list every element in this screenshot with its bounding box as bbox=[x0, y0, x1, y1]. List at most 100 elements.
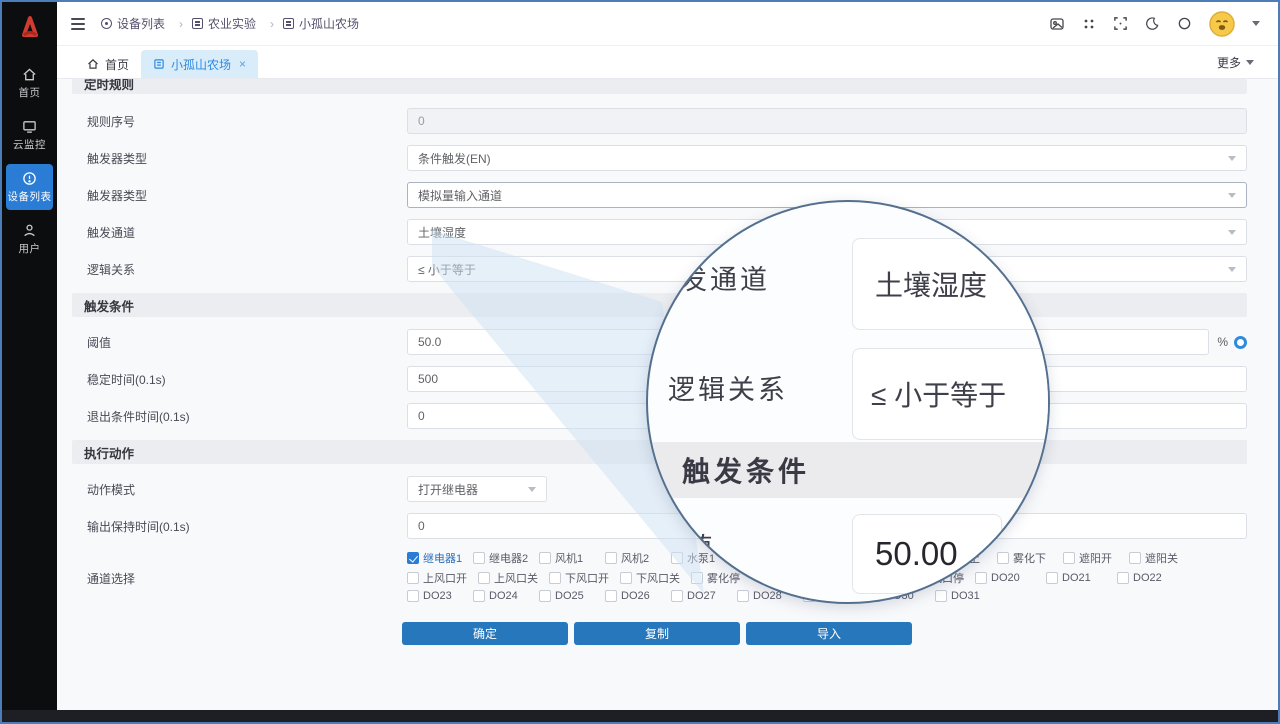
tabs-more-dropdown[interactable]: 更多 bbox=[1217, 54, 1254, 71]
brand-logo-icon bbox=[11, 8, 49, 46]
breadcrumb-farm[interactable]: 小孤山农场 bbox=[283, 15, 359, 32]
chevron-down-icon bbox=[1228, 267, 1236, 272]
channel-checkbox[interactable]: DO25 bbox=[539, 590, 605, 602]
checkbox-icon[interactable] bbox=[1063, 552, 1075, 564]
form-row: 规则序号 bbox=[72, 108, 1247, 134]
lens-logic-value: ≤ 小于等于 bbox=[852, 348, 1050, 440]
channel-checkbox[interactable]: 继电器1 bbox=[407, 550, 473, 566]
sidebar-item-label: 云监控 bbox=[13, 137, 46, 152]
checkbox-icon[interactable] bbox=[671, 590, 683, 602]
device-list-icon bbox=[22, 171, 37, 186]
channel-select-label: 通道选择 bbox=[72, 570, 407, 587]
dark-mode-moon-icon[interactable] bbox=[1145, 16, 1160, 31]
checkbox-icon[interactable] bbox=[1117, 572, 1129, 584]
threshold-label: 阈值 bbox=[72, 334, 407, 351]
form-row: 触发器类型 条件触发(EN) bbox=[72, 145, 1247, 171]
channel-checkbox[interactable]: 下风口关 bbox=[620, 570, 691, 586]
channel-checkbox[interactable]: 雾化下 bbox=[997, 550, 1063, 566]
sidebar-item-device-list[interactable]: 设备列表 bbox=[6, 164, 53, 210]
checkbox-icon[interactable] bbox=[407, 572, 419, 584]
sidebar-item-label: 设备列表 bbox=[8, 189, 52, 204]
sidebar-item-cloud-monitor[interactable]: 云监控 bbox=[6, 112, 53, 158]
trigger-channel-label: 触发通道 bbox=[72, 224, 407, 241]
channel-checkbox[interactable]: DO24 bbox=[473, 590, 539, 602]
copy-button[interactable]: 复制 bbox=[574, 622, 740, 645]
stable-time-label: 稳定时间(0.1s) bbox=[72, 371, 407, 388]
form-row: 触发通道 土壤湿度 bbox=[72, 219, 1247, 245]
checkbox-icon[interactable] bbox=[473, 552, 485, 564]
home-icon bbox=[22, 67, 37, 82]
topbar: 设备列表 农业实验 小孤山农场 bbox=[57, 2, 1278, 46]
tab-close-icon[interactable]: × bbox=[239, 57, 246, 71]
channel-checkbox[interactable]: 上风口开 bbox=[407, 570, 478, 586]
user-avatar[interactable] bbox=[1209, 11, 1235, 37]
grid-icon bbox=[192, 18, 203, 29]
app-window: 首页 云监控 设备列表 用户 设备列表 bbox=[0, 0, 1280, 724]
info-circle-icon[interactable] bbox=[1234, 336, 1247, 349]
breadcrumb-device-list[interactable]: 设备列表 bbox=[101, 15, 192, 32]
avatar-chevron-down-icon[interactable] bbox=[1252, 21, 1260, 26]
grid-icon bbox=[283, 18, 294, 29]
grid-icon bbox=[153, 58, 165, 70]
chevron-down-icon bbox=[1228, 156, 1236, 161]
checkbox-icon[interactable] bbox=[549, 572, 561, 584]
channel-checkbox[interactable]: DO21 bbox=[1046, 572, 1117, 584]
grid-dots-icon[interactable] bbox=[1082, 17, 1096, 31]
checkbox-icon[interactable] bbox=[1046, 572, 1058, 584]
channel-checkbox[interactable]: DO23 bbox=[407, 590, 473, 602]
chevron-down-icon bbox=[1228, 230, 1236, 235]
screenshot-icon[interactable] bbox=[1049, 16, 1065, 32]
channel-checkbox[interactable]: DO27 bbox=[671, 590, 737, 602]
refresh-circle-icon[interactable] bbox=[1177, 16, 1192, 31]
sidebar-collapse-icon[interactable] bbox=[71, 18, 85, 30]
checkbox-icon[interactable] bbox=[473, 590, 485, 602]
form-row: 触发器类型 模拟量输入通道 bbox=[72, 182, 1247, 208]
checkbox-icon[interactable] bbox=[539, 552, 551, 564]
checkbox-icon[interactable] bbox=[605, 590, 617, 602]
trigger-source-label: 触发器类型 bbox=[72, 187, 407, 204]
channel-checkbox[interactable]: DO22 bbox=[1117, 572, 1188, 584]
checkbox-icon[interactable] bbox=[539, 590, 551, 602]
import-button[interactable]: 导入 bbox=[746, 622, 912, 645]
checkbox-icon[interactable] bbox=[1129, 552, 1141, 564]
rule-no-input[interactable] bbox=[407, 108, 1247, 134]
checkbox-icon[interactable] bbox=[478, 572, 490, 584]
channel-checkbox[interactable]: 遮阳关 bbox=[1129, 550, 1195, 566]
sidebar-item-home[interactable]: 首页 bbox=[6, 60, 53, 106]
logic-relation-label: 逻辑关系 bbox=[72, 261, 407, 278]
exit-time-label: 退出条件时间(0.1s) bbox=[72, 408, 407, 425]
home-icon bbox=[87, 58, 99, 70]
action-buttons: 确定 复制 导入 bbox=[402, 622, 1247, 645]
channel-checkbox[interactable]: 上风口关 bbox=[478, 570, 549, 586]
user-icon bbox=[22, 223, 37, 238]
breadcrumb-agri-experiment[interactable]: 农业实验 bbox=[192, 15, 283, 32]
checkbox-icon[interactable] bbox=[691, 572, 703, 584]
threshold-unit: % bbox=[1217, 335, 1228, 349]
window-bottom-frame bbox=[2, 710, 1278, 722]
chevron-down-icon bbox=[1228, 193, 1236, 198]
lens-logic-label: 逻辑关系 bbox=[668, 368, 788, 407]
fullscreen-icon[interactable] bbox=[1113, 16, 1128, 31]
checkbox-icon[interactable] bbox=[407, 552, 419, 564]
monitor-icon bbox=[22, 119, 37, 134]
trigger-type-select[interactable]: 条件触发(EN) bbox=[407, 145, 1247, 171]
checkbox-icon[interactable] bbox=[407, 590, 419, 602]
sidebar-item-user[interactable]: 用户 bbox=[6, 216, 53, 262]
breadcrumb: 设备列表 农业实验 小孤山农场 bbox=[101, 15, 359, 32]
confirm-button[interactable]: 确定 bbox=[402, 622, 568, 645]
channel-checkbox[interactable]: DO26 bbox=[605, 590, 671, 602]
section-header-timed: 定时规则 bbox=[72, 79, 1247, 94]
channel-checkbox[interactable]: 继电器2 bbox=[473, 550, 539, 566]
chevron-down-icon bbox=[528, 487, 536, 492]
lens-channel-value: 土壤湿度 bbox=[852, 238, 1050, 330]
channel-checkbox[interactable]: 遮阳开 bbox=[1063, 550, 1129, 566]
channel-checkbox[interactable]: 风机1 bbox=[539, 550, 605, 566]
action-mode-select[interactable]: 打开继电器 bbox=[407, 476, 547, 502]
channel-checkbox[interactable]: 下风口开 bbox=[549, 570, 620, 586]
checkbox-icon[interactable] bbox=[605, 552, 617, 564]
tab-home[interactable]: 首页 bbox=[75, 50, 141, 78]
rule-no-label: 规则序号 bbox=[72, 113, 407, 130]
checkbox-icon[interactable] bbox=[737, 590, 749, 602]
checkbox-icon[interactable] bbox=[620, 572, 632, 584]
tab-farm[interactable]: 小孤山农场 × bbox=[141, 50, 258, 78]
